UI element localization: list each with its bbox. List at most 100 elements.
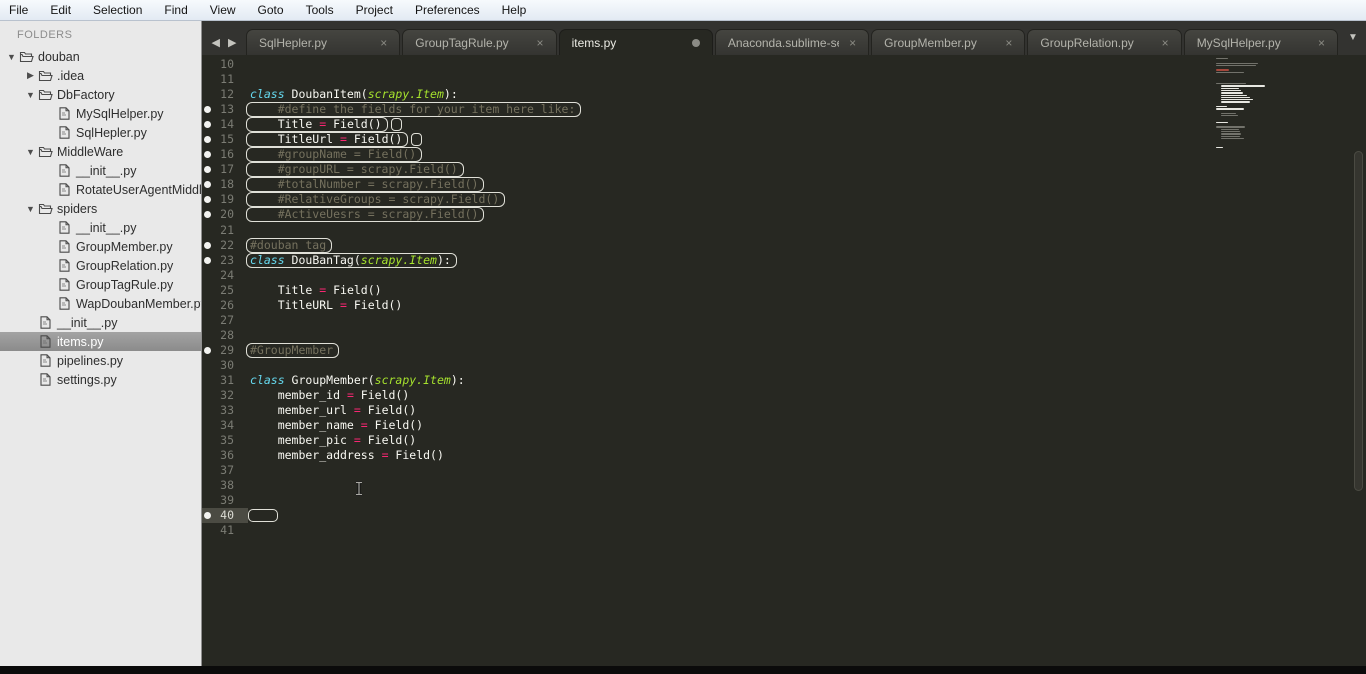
lint-outline-box: #define the fields for your item here li… — [246, 102, 582, 118]
gutter: 41 — [202, 523, 248, 538]
line-number: 16 — [220, 147, 234, 162]
code-line-10[interactable]: 10 — [202, 57, 1366, 72]
menu-item-help[interactable]: Help — [491, 0, 538, 20]
sidebar-item-dbfactory[interactable]: ▼ DbFactory — [0, 85, 201, 104]
tab-anaconda-sublime-settings[interactable]: Anaconda.sublime-settings × — [714, 29, 870, 55]
code-line-37[interactable]: 37 — [202, 463, 1366, 478]
code-line-15[interactable]: 15 TitleUrl = Field() — [202, 132, 1366, 148]
sidebar-item-mysqlhelper-py[interactable]: MySqlHelper.py — [0, 104, 201, 123]
code-line-32[interactable]: 32 member_id = Field() — [202, 388, 1366, 403]
file-icon — [56, 259, 73, 272]
code-line-40[interactable]: 40 — [202, 508, 1366, 524]
tab-groupmember-py[interactable]: GroupMember.py × — [871, 29, 1026, 55]
code-editor[interactable]: 10 11 12 class DoubanItem(scrapy.Item): 13 #… — [202, 55, 1366, 666]
sidebar-item-settings-py[interactable]: settings.py — [0, 370, 201, 389]
menu-item-tools[interactable]: Tools — [295, 0, 345, 20]
sidebar-item-rotateuseragentmiddlew[interactable]: RotateUserAgentMiddlew — [0, 180, 201, 199]
sidebar-item-wapdoubanmember-py[interactable]: WapDoubanMember.py — [0, 294, 201, 313]
sidebar-item-middleware[interactable]: ▼ MiddleWare — [0, 142, 201, 161]
code-line-25[interactable]: 25 Title = Field() — [202, 283, 1366, 298]
minimap[interactable] — [1216, 58, 1276, 152]
sidebar-item-douban[interactable]: ▼ douban — [0, 47, 201, 66]
code-line-19[interactable]: 19 #RelativeGroups = scrapy.Field() — [202, 192, 1366, 208]
tree-item-label: GroupTagRule.py — [76, 277, 174, 292]
sidebar-item-groupmember-py[interactable]: GroupMember.py — [0, 237, 201, 256]
code-line-17[interactable]: 17 #groupURL = scrapy.Field() — [202, 162, 1366, 178]
tab-close-icon[interactable]: × — [1005, 36, 1012, 50]
tab-mysqlhelper-py[interactable]: MySqlHelper.py × — [1183, 29, 1338, 55]
tab-overflow-icon[interactable]: ▼ — [1340, 32, 1366, 43]
gutter: 17 — [202, 162, 248, 177]
sidebar-item--init-py[interactable]: __init__.py — [0, 161, 201, 180]
code-line-31[interactable]: 31 class GroupMember(scrapy.Item): — [202, 373, 1366, 388]
gutter: 14 — [202, 117, 248, 132]
code-line-11[interactable]: 11 — [202, 72, 1366, 87]
tab-items-py[interactable]: items.py — [558, 29, 713, 55]
tab-nav-back-icon[interactable]: ◀ — [212, 36, 220, 49]
gutter: 35 — [202, 433, 248, 448]
gutter: 12 — [202, 87, 248, 102]
tab-bar: ◀ ▶ SqlHepler.py × GroupTagRule.py × items.p… — [202, 20, 1366, 55]
code-line-22[interactable]: 22 #douban tag — [202, 237, 1366, 253]
sidebar-item-sqlhepler-py[interactable]: SqlHepler.py — [0, 123, 201, 142]
menu-item-edit[interactable]: Edit — [39, 0, 82, 20]
vertical-scrollbar[interactable] — [1354, 151, 1363, 491]
code-line-34[interactable]: 34 member_name = Field() — [202, 418, 1366, 433]
menu-item-find[interactable]: Find — [153, 0, 198, 20]
menu-item-project[interactable]: Project — [345, 0, 404, 20]
code-line-39[interactable]: 39 — [202, 493, 1366, 508]
code-line-23[interactable]: 23 class DouBanTag(scrapy.Item): — [202, 252, 1366, 268]
code-text: member_pic = Field() — [250, 433, 417, 448]
code-line-20[interactable]: 20 #ActiveUesrs = scrapy.Field() — [202, 207, 1366, 223]
tab-close-icon[interactable]: × — [380, 36, 387, 50]
code-line-38[interactable]: 38 — [202, 478, 1366, 493]
tab-close-icon[interactable]: × — [537, 36, 544, 50]
code-line-26[interactable]: 26 TitleURL = Field() — [202, 298, 1366, 313]
chevron-down-icon[interactable]: ▼ — [24, 90, 37, 100]
menu-item-file[interactable]: File — [0, 0, 39, 20]
gutter: 26 — [202, 298, 248, 313]
menu-item-preferences[interactable]: Preferences — [404, 0, 491, 20]
chevron-down-icon[interactable]: ▼ — [5, 52, 18, 62]
file-icon — [37, 335, 54, 348]
tab-close-icon[interactable]: × — [1162, 36, 1169, 50]
tree-item-label: MiddleWare — [57, 144, 124, 159]
code-line-30[interactable]: 30 — [202, 358, 1366, 373]
code-line-36[interactable]: 36 member_address = Field() — [202, 448, 1366, 463]
tab-grouprelation-py[interactable]: GroupRelation.py × — [1027, 29, 1182, 55]
code-line-35[interactable]: 35 member_pic = Field() — [202, 433, 1366, 448]
menu-item-view[interactable]: View — [199, 0, 247, 20]
menu-item-selection[interactable]: Selection — [82, 0, 153, 20]
code-line-29[interactable]: 29 #GroupMember — [202, 342, 1366, 358]
sidebar-item--init-py[interactable]: __init__.py — [0, 313, 201, 332]
code-line-21[interactable]: 21 — [202, 223, 1366, 238]
sidebar-item-grouprelation-py[interactable]: GroupRelation.py — [0, 256, 201, 275]
chevron-right-icon[interactable]: ▶ — [24, 70, 37, 81]
tab-close-icon[interactable]: × — [1318, 36, 1325, 50]
code-line-12[interactable]: 12 class DoubanItem(scrapy.Item): — [202, 87, 1366, 102]
code-line-14[interactable]: 14 Title = Field() — [202, 117, 1366, 133]
tab-close-icon[interactable]: × — [849, 36, 856, 50]
chevron-down-icon[interactable]: ▼ — [24, 147, 37, 157]
chevron-down-icon[interactable]: ▼ — [24, 204, 37, 214]
tab-sqlhepler-py[interactable]: SqlHepler.py × — [246, 29, 401, 55]
code-line-18[interactable]: 18 #totalNumber = scrapy.Field() — [202, 177, 1366, 193]
tab-nav-forward-icon[interactable]: ▶ — [228, 36, 236, 49]
line-number: 36 — [220, 448, 234, 463]
sidebar-item-pipelines-py[interactable]: pipelines.py — [0, 351, 201, 370]
code-line-41[interactable]: 41 — [202, 523, 1366, 538]
sidebar-item-spiders[interactable]: ▼ spiders — [0, 199, 201, 218]
sidebar-item-items-py[interactable]: items.py — [0, 332, 201, 351]
code-line-16[interactable]: 16 #groupName = Field() — [202, 147, 1366, 163]
tab-grouptagrule-py[interactable]: GroupTagRule.py × — [402, 29, 557, 55]
code-line-13[interactable]: 13 #define the fields for your item here… — [202, 102, 1366, 118]
sidebar-item-grouptagrule-py[interactable]: GroupTagRule.py — [0, 275, 201, 294]
code-line-28[interactable]: 28 — [202, 328, 1366, 343]
menu-item-goto[interactable]: Goto — [247, 0, 295, 20]
code-line-24[interactable]: 24 — [202, 268, 1366, 283]
code-line-33[interactable]: 33 member_url = Field() — [202, 403, 1366, 418]
sidebar-item--idea[interactable]: ▶ .idea — [0, 66, 201, 85]
sidebar-item--init-py[interactable]: __init__.py — [0, 218, 201, 237]
lint-outline-box: Title = Field() — [246, 117, 388, 133]
code-line-27[interactable]: 27 — [202, 313, 1366, 328]
